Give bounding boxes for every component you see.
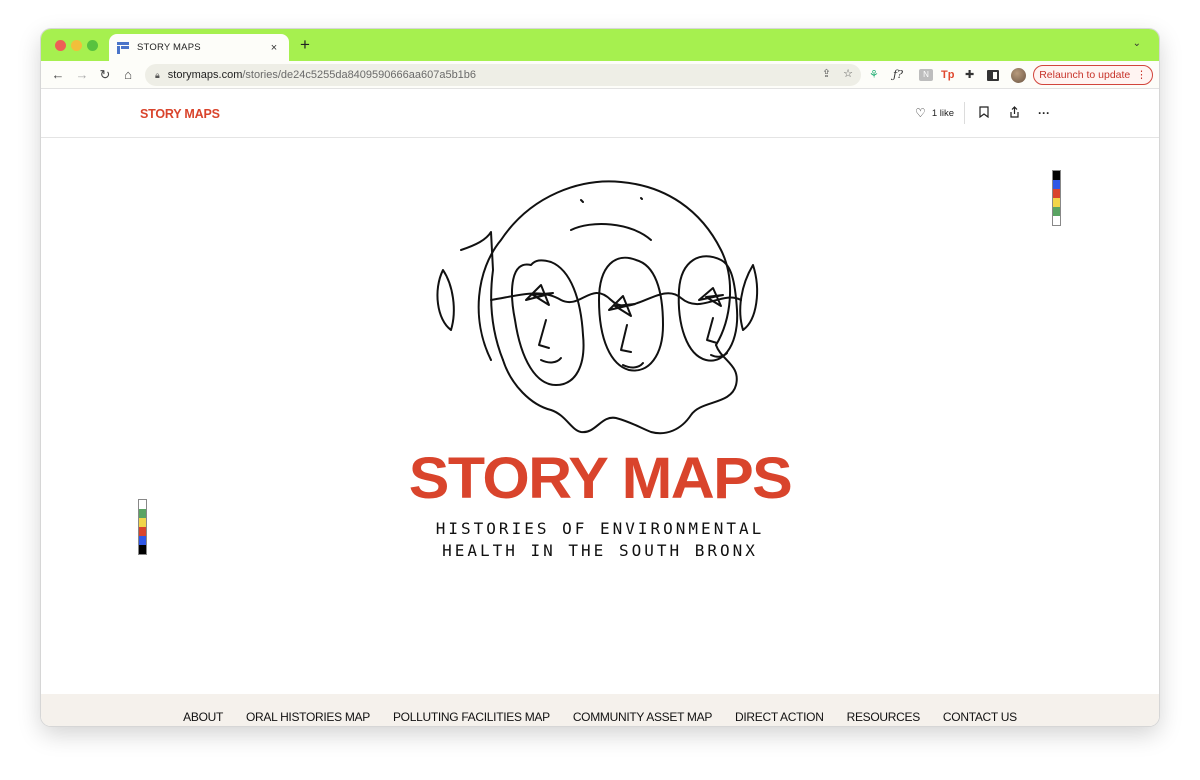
star-icon[interactable]: ☆ [843,67,853,80]
home-icon[interactable]: ⌂ [119,66,137,84]
hero-title: STORY MAPS [408,446,793,511]
reload-icon[interactable]: ↻ [96,66,114,84]
address-bar[interactable]: 🔒︎ storymaps.com /stories/de24c5255da840… [145,64,861,86]
colorbar-swatch-blue [1053,180,1060,189]
colorbar-right [1052,170,1061,226]
extension-grey-icon[interactable]: N [919,69,933,81]
browser-window: STORY MAPS × + ⌄ ← → ↻ ⌂ 🔒︎ storymaps.co… [41,29,1159,726]
hero-subtitle-line-1: HISTORIES OF ENVIRONMENTAL [435,519,765,538]
share-icon[interactable]: ⇪ [822,67,831,80]
sidepanel-icon[interactable] [987,70,999,81]
lock-icon[interactable]: 🔒︎ [155,70,160,81]
tab-close-icon[interactable]: × [267,42,281,54]
web-page: STORY MAPS ♡ 1 like ··· STORY MAPS HISTO… [41,90,1159,726]
relaunch-label: Relaunch to update [1039,69,1131,81]
puzzle-icon[interactable]: ✚ [965,66,974,84]
site-header: STORY MAPS ♡ 1 like ··· [41,90,1159,138]
back-icon[interactable]: ← [49,66,67,84]
hero-subtitle: HISTORIES OF ENVIRONMENTAL HEALTH IN THE… [41,518,1159,562]
close-window-button[interactable] [55,40,66,51]
browser-toolbar: ← → ↻ ⌂ 🔒︎ storymaps.com /stories/de24c5… [41,61,1159,89]
colorbar-swatch-green [1053,207,1060,216]
profile-avatar[interactable] [1011,68,1026,83]
nav-community-asset-map[interactable]: COMMUNITY ASSET MAP [573,710,713,724]
faces-illustration [436,180,759,435]
hero-subtitle-line-2: HEALTH IN THE SOUTH BRONX [442,541,758,560]
relaunch-to-update-button[interactable]: Relaunch to update ⋮ [1033,65,1153,85]
colorbar-swatch-yellow [1053,198,1060,207]
tab-title: STORY MAPS [137,42,201,53]
tab-strip: STORY MAPS × + ⌄ [41,29,1159,61]
url-host: storymaps.com [167,69,243,81]
nav-contact-us[interactable]: CONTACT US [943,710,1017,724]
like-button[interactable]: ♡ 1 like [915,102,965,124]
tab-search-chevron-icon[interactable]: ⌄ [1133,38,1141,49]
tab-story-maps[interactable]: STORY MAPS × [109,34,289,61]
zoom-window-button[interactable] [87,40,98,51]
nav-direct-action[interactable]: DIRECT ACTION [735,710,824,724]
nav-resources[interactable]: RESOURCES [847,710,921,724]
forward-icon[interactable]: → [73,66,91,84]
extension-tp-icon[interactable]: Tp [941,66,954,84]
omnibox-actions: ⇪ ☆ [822,67,853,80]
colorbar-swatch-black [1053,171,1060,180]
nav-oral-histories-map[interactable]: ORAL HISTORIES MAP [246,710,370,724]
colorbar-swatch-white [1053,216,1060,225]
heart-icon: ♡ [915,106,926,120]
bookmark-icon[interactable] [969,105,999,121]
extension-leaf-icon[interactable]: ⚘ [869,66,879,84]
new-tab-button[interactable]: + [296,36,314,54]
nav-about[interactable]: ABOUT [183,710,223,724]
url-path: /stories/de24c5255da8409590666aa607a5b1b… [242,69,477,81]
like-count: 1 like [931,107,954,119]
hero: STORY MAPS HISTORIES OF ENVIRONMENTAL HE… [41,138,1159,694]
header-actions: ♡ 1 like ··· [915,102,1059,124]
formula-extension-icon[interactable]: ƒ? [893,66,903,84]
footer-nav: ABOUT ORAL HISTORIES MAP POLLUTING FACIL… [41,694,1159,726]
colorbar-swatch-green [139,509,146,518]
colorbar-swatch-red [1053,189,1060,198]
minimize-window-button[interactable] [71,40,82,51]
kebab-menu-icon: ⋮ [1136,69,1147,81]
site-logo[interactable]: STORY MAPS [140,107,220,121]
more-options-icon[interactable]: ··· [1029,106,1059,120]
storymaps-favicon-icon [117,41,129,54]
nav-polluting-facilities-map[interactable]: POLLUTING FACILITIES MAP [393,710,550,724]
share-icon[interactable] [999,105,1029,121]
